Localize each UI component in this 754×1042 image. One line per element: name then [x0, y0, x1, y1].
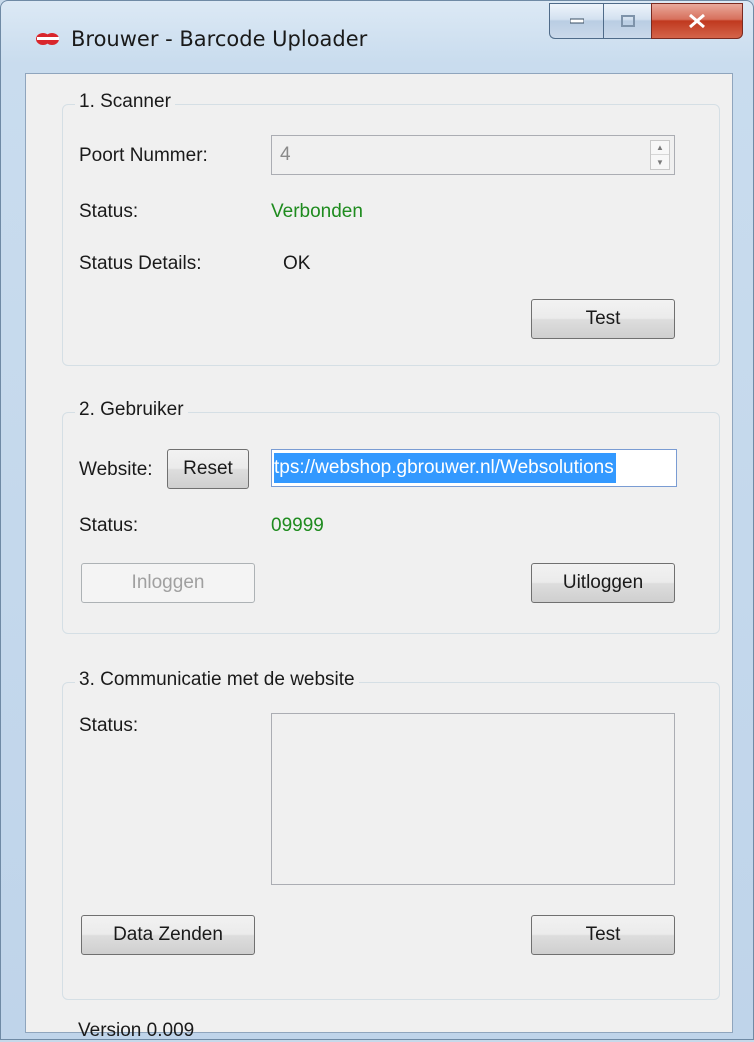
app-window: Brouwer - Barcode Uploader 1. Scanner Po… — [0, 0, 754, 1041]
close-button[interactable] — [651, 3, 743, 39]
scanner-test-button[interactable]: Test — [531, 299, 675, 339]
logout-button[interactable]: Uitloggen — [531, 563, 675, 603]
chevron-up-icon[interactable]: ▲ — [651, 141, 669, 155]
port-label: Poort Nummer: — [79, 145, 208, 166]
communication-test-button[interactable]: Test — [531, 915, 675, 955]
scanner-group: 1. Scanner Poort Nummer: 4 ▲ ▼ Status: V… — [62, 91, 720, 366]
chevron-down-icon[interactable]: ▼ — [651, 155, 669, 169]
close-icon — [689, 14, 705, 28]
communication-group: 3. Communicatie met de website Status: D… — [62, 669, 720, 1000]
window-title: Brouwer - Barcode Uploader — [71, 27, 368, 51]
minimize-icon — [569, 18, 584, 24]
maximize-button[interactable] — [603, 3, 651, 39]
status-details-value: OK — [283, 253, 311, 274]
brouwer-logo-icon — [36, 33, 59, 45]
minimize-button[interactable] — [549, 3, 603, 39]
scanner-group-title: 1. Scanner — [75, 91, 175, 113]
reset-button[interactable]: Reset — [167, 449, 249, 489]
communication-group-title: 3. Communicatie met de website — [75, 669, 359, 691]
user-group-title: 2. Gebruiker — [75, 399, 188, 421]
scanner-status-label: Status: — [79, 201, 139, 222]
login-button[interactable]: Inloggen — [81, 563, 255, 603]
version-label: Version 0.009 — [78, 1020, 195, 1041]
website-url-value: tps://webshop.gbrouwer.nl/Websolutions — [274, 453, 616, 483]
website-url-input[interactable]: tps://webshop.gbrouwer.nl/Websolutions — [271, 449, 677, 487]
maximize-icon — [620, 15, 635, 27]
user-status-value: 09999 — [271, 515, 324, 536]
title-bar[interactable]: Brouwer - Barcode Uploader — [1, 1, 753, 73]
communication-status-label: Status: — [79, 715, 139, 736]
port-number-spinner[interactable]: 4 ▲ ▼ — [271, 135, 675, 175]
send-data-button[interactable]: Data Zenden — [81, 915, 255, 955]
port-number-value: 4 — [280, 144, 291, 165]
scanner-status-value: Verbonden — [271, 201, 363, 222]
website-label: Website: — [79, 459, 153, 480]
spinner-arrows[interactable]: ▲ ▼ — [650, 140, 670, 170]
communication-status-textarea[interactable] — [271, 713, 675, 885]
user-status-label: Status: — [79, 515, 139, 536]
status-details-label: Status Details: — [79, 253, 202, 274]
user-group: 2. Gebruiker Website: Reset tps://websho… — [62, 399, 720, 634]
client-area: 1. Scanner Poort Nummer: 4 ▲ ▼ Status: V… — [25, 73, 733, 1041]
